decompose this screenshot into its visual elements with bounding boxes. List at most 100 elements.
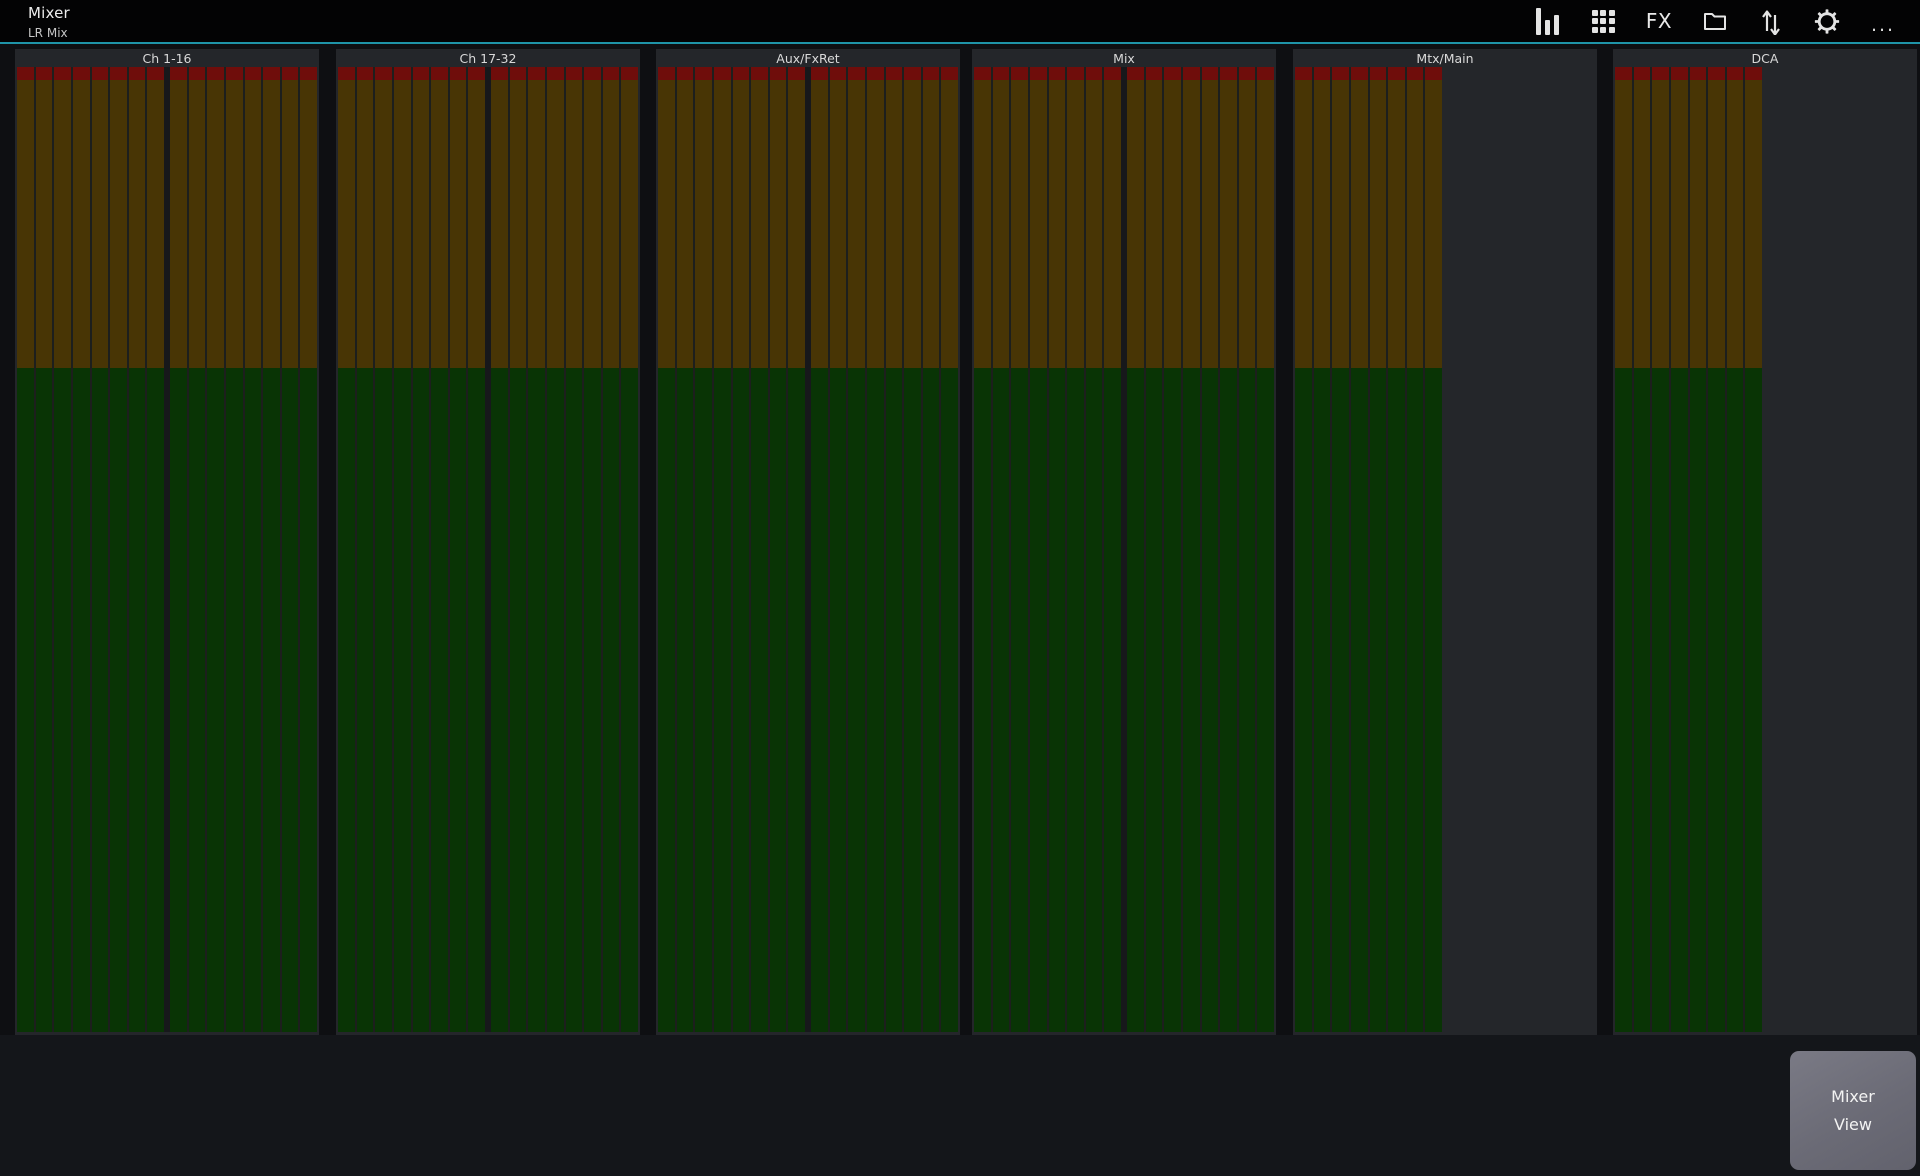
toolbar-icon-row: FX ...: [1534, 0, 1896, 42]
meter-upper: [54, 80, 71, 368]
group-header-label: Mtx/Main: [1416, 50, 1474, 66]
meter-cap: [91, 67, 109, 80]
meter-cap: [17, 67, 34, 80]
meter-upper: [974, 80, 991, 368]
group-header-label: Ch 17-32: [459, 50, 517, 66]
meter-cap: [1238, 67, 1256, 80]
meter-lower: [788, 368, 805, 1032]
meter-upper: [811, 80, 828, 368]
fx-icon[interactable]: FX: [1646, 6, 1672, 36]
meter-cap: [546, 67, 564, 80]
meter-upper: [110, 80, 127, 368]
channel-meter-strip: [91, 67, 109, 1032]
meter-lower: [393, 368, 411, 1032]
meter-cap: [244, 67, 262, 80]
meter-upper: [1145, 80, 1163, 368]
channel-meter-strip: [676, 67, 694, 1032]
channel-meter-strip: [509, 67, 527, 1032]
mixer-view-button[interactable]: Mixer View: [1790, 1051, 1916, 1170]
meter-lower: [263, 368, 280, 1032]
group-panel-mix[interactable]: Mix: [972, 49, 1276, 1035]
meter-lower: [300, 368, 317, 1032]
meter-upper: [1201, 80, 1219, 368]
channel-meter-strip: [17, 67, 34, 1032]
meter-lower: [1201, 368, 1219, 1032]
channel-meter-strip: [188, 67, 206, 1032]
swap-vertical-icon[interactable]: [1758, 6, 1784, 36]
meter-lower: [565, 368, 583, 1032]
group-panel-mtx-main[interactable]: Mtx/Main: [1293, 49, 1597, 1035]
empty-panel-space: [1762, 67, 1915, 1032]
meter-upper: [1652, 80, 1669, 368]
channel-meter-strip: [72, 67, 90, 1032]
meter-upper: [621, 80, 638, 368]
channel-grid-icon[interactable]: [1590, 6, 1616, 36]
meter-lower: [695, 368, 712, 1032]
channel-meter-strip: [1182, 67, 1200, 1032]
meter-upper: [528, 80, 545, 368]
meter-upper: [1220, 80, 1237, 368]
meter-upper: [546, 80, 564, 368]
channel-meter-strip: [128, 67, 146, 1032]
meter-cap: [658, 67, 675, 80]
meter-upper: [829, 80, 847, 368]
meter-upper: [1332, 80, 1349, 368]
meter-lower: [207, 368, 224, 1032]
group-panel-ch-1-16[interactable]: Ch 1-16: [15, 49, 319, 1035]
meter-lower: [509, 368, 527, 1032]
meter-cap: [188, 67, 206, 80]
channel-meter-strip: [848, 67, 865, 1032]
channel-meter-strip: [602, 67, 620, 1032]
meter-upper: [1745, 80, 1762, 368]
channel-meter-strip: [1067, 67, 1084, 1032]
channel-meter-strip: [207, 67, 224, 1032]
group-panel-aux-fxret[interactable]: Aux/FxRet: [656, 49, 960, 1035]
meter-cap: [281, 67, 299, 80]
folder-icon[interactable]: [1702, 6, 1728, 36]
meter-upper: [602, 80, 620, 368]
meter-lower: [72, 368, 90, 1032]
meter-lower: [1313, 368, 1331, 1032]
channel-meter-strip: [546, 67, 564, 1032]
meter-upper: [91, 80, 109, 368]
settings-gear-icon[interactable]: [1814, 6, 1840, 36]
strip-block: [338, 67, 485, 1032]
meter-lower: [1726, 368, 1744, 1032]
meter-upper: [170, 80, 187, 368]
meter-upper: [338, 80, 355, 368]
meter-lower: [1104, 368, 1121, 1032]
meter-cap: [528, 67, 545, 80]
channel-meter-strip: [491, 67, 508, 1032]
meter-lower: [375, 368, 392, 1032]
meter-lower: [147, 368, 164, 1032]
meter-lower: [941, 368, 958, 1032]
meter-lower: [356, 368, 374, 1032]
channel-meter-strip: [449, 67, 467, 1032]
meter-lower: [1048, 368, 1066, 1032]
meter-cap: [565, 67, 583, 80]
channel-meter-strip: [941, 67, 958, 1032]
meter-cap: [974, 67, 991, 80]
meter-cap: [1164, 67, 1181, 80]
channel-meter-strip: [1406, 67, 1424, 1032]
meter-lower: [1220, 368, 1237, 1032]
strip-block: [1615, 67, 1762, 1032]
group-panel-ch-17-32[interactable]: Ch 17-32: [336, 49, 640, 1035]
meter-cap: [1145, 67, 1163, 80]
meters-icon[interactable]: [1534, 6, 1560, 36]
meter-upper: [1048, 80, 1066, 368]
group-panel-dca[interactable]: DCA: [1613, 49, 1917, 1035]
overflow-menu-icon[interactable]: ...: [1870, 6, 1896, 36]
meter-lower: [584, 368, 601, 1032]
channel-meter-strip: [1220, 67, 1237, 1032]
channel-meter-strip: [147, 67, 164, 1032]
channel-meter-strip: [695, 67, 712, 1032]
meter-cap: [1615, 67, 1632, 80]
channel-meter-strip: [1295, 67, 1312, 1032]
channel-meter-strip: [263, 67, 280, 1032]
folder-icon-glyph: [1704, 13, 1726, 30]
meter-upper: [1425, 80, 1442, 368]
meter-upper: [449, 80, 467, 368]
meter-upper: [788, 80, 805, 368]
group-header-label: DCA: [1751, 50, 1779, 66]
